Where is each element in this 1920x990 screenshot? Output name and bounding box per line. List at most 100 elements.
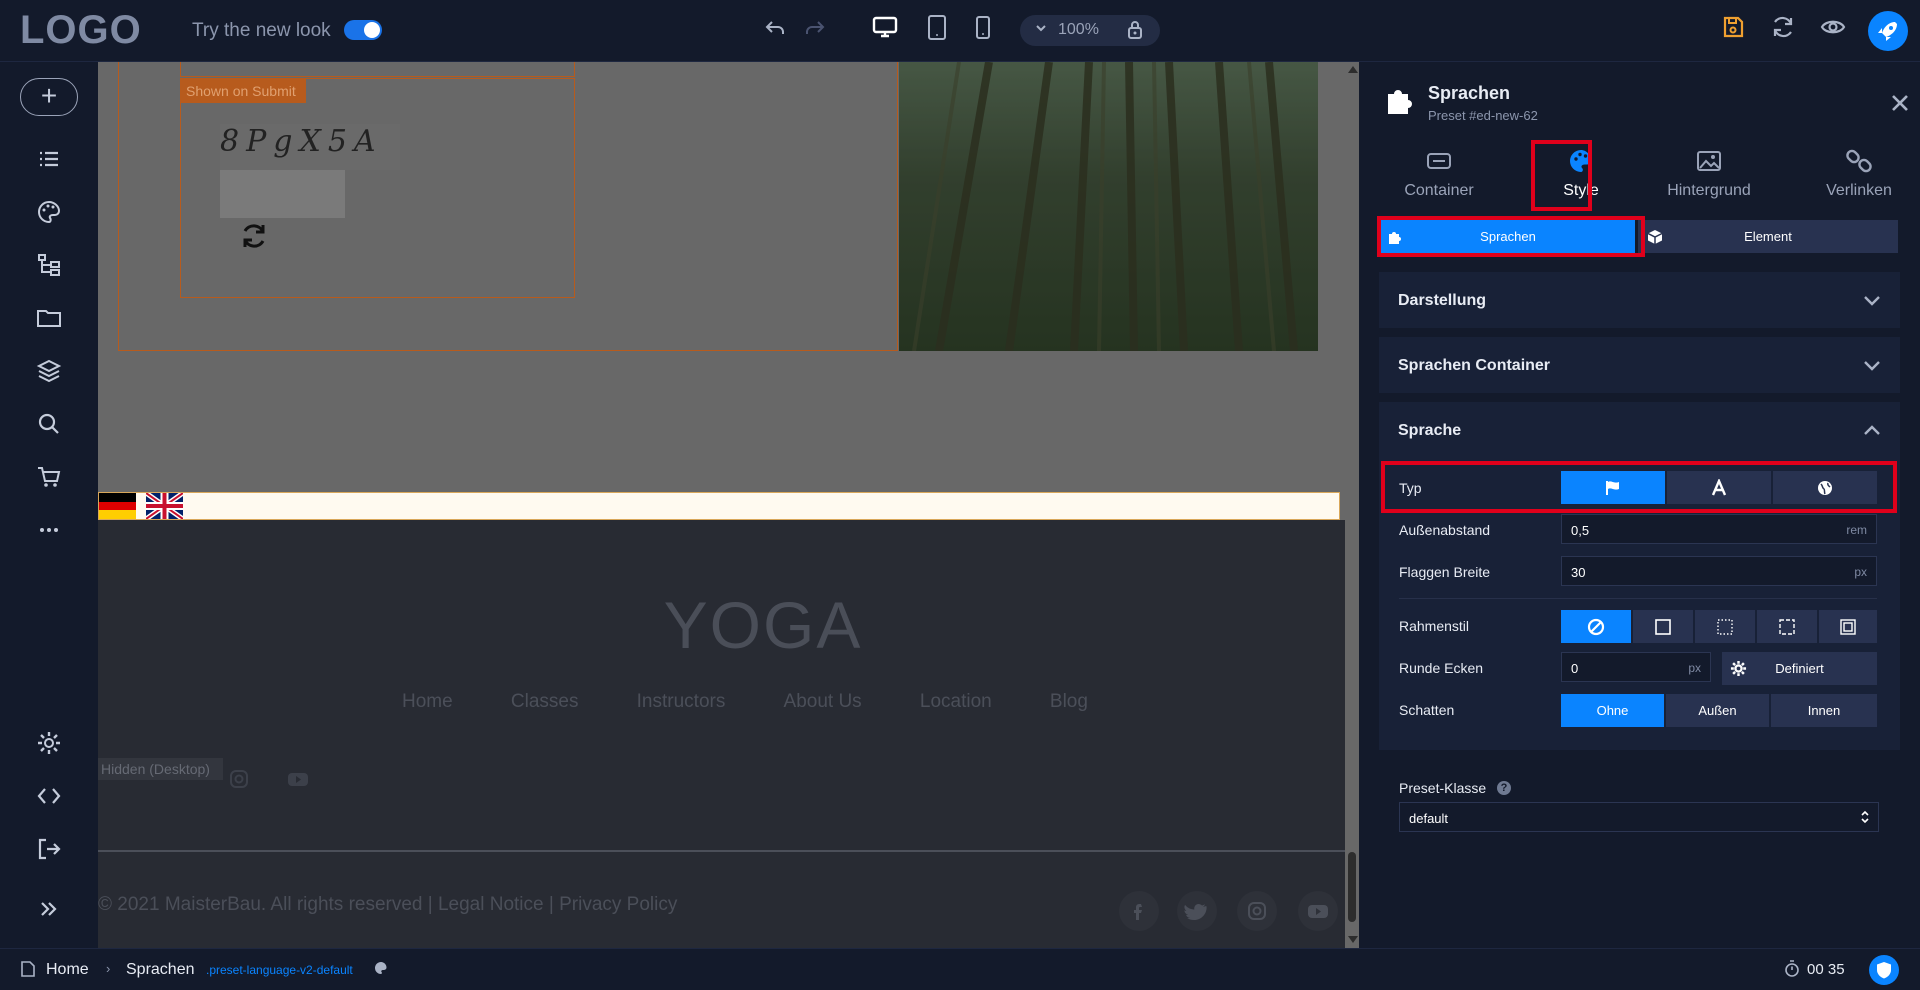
border-double-option[interactable] bbox=[1819, 610, 1877, 643]
border-dashed-option[interactable] bbox=[1757, 610, 1817, 643]
runde-ecken-input[interactable]: 0 px bbox=[1561, 652, 1711, 682]
link-icon bbox=[1846, 149, 1872, 173]
border-none-option[interactable] bbox=[1561, 610, 1631, 643]
social-instagram-icon[interactable] bbox=[1237, 891, 1277, 931]
palette-small-icon[interactable] bbox=[374, 961, 388, 975]
breadcrumb-separator-icon: › bbox=[106, 961, 111, 976]
schatten-ohne-option[interactable]: Ohne bbox=[1561, 694, 1664, 727]
yoga-title: YOGA bbox=[663, 588, 863, 662]
help-icon[interactable]: ? bbox=[1497, 781, 1511, 795]
tab-verlinken-label: Verlinken bbox=[1826, 182, 1892, 199]
footer-divider bbox=[98, 850, 1345, 852]
sitemap-icon[interactable] bbox=[34, 250, 64, 280]
expand-sidebar-icon[interactable] bbox=[34, 894, 64, 924]
segment-element[interactable]: Element bbox=[1638, 220, 1898, 253]
top-bar: LOGO Try the new look 100% bbox=[0, 0, 1920, 62]
flaggen-breite-label: Flaggen Breite bbox=[1399, 564, 1491, 580]
schatten-label: Schatten bbox=[1399, 702, 1455, 718]
editor-canvas[interactable]: Shown on Submit 8PgX5A YOGA Home Classes… bbox=[98, 62, 1345, 948]
zoom-value: 100% bbox=[1058, 21, 1099, 38]
footer-nav: Home Classes Instructors About Us Locati… bbox=[402, 691, 1088, 713]
captcha-input[interactable] bbox=[220, 170, 345, 218]
folder-icon[interactable] bbox=[34, 303, 64, 333]
shield-button[interactable] bbox=[1869, 955, 1899, 985]
hidden-desktop-badge: Hidden (Desktop) bbox=[98, 758, 223, 780]
palette-icon[interactable] bbox=[34, 197, 64, 227]
nav-about-us[interactable]: About Us bbox=[784, 691, 862, 713]
youtube-icon[interactable] bbox=[286, 768, 310, 790]
add-element-button[interactable]: + bbox=[20, 78, 78, 116]
code-icon[interactable] bbox=[34, 781, 64, 811]
publish-rocket-button[interactable] bbox=[1868, 11, 1908, 51]
chevron-down-icon bbox=[1864, 361, 1880, 371]
aussenabstand-label: Außenabstand bbox=[1399, 522, 1491, 538]
instagram-icon[interactable] bbox=[228, 768, 250, 790]
captcha-refresh-icon[interactable] bbox=[238, 220, 270, 252]
list-icon[interactable] bbox=[34, 144, 64, 174]
social-twitter-icon[interactable] bbox=[1177, 891, 1217, 931]
flaggen-breite-value: 30 bbox=[1571, 565, 1586, 580]
nav-home[interactable]: Home bbox=[402, 691, 453, 713]
flag-de-icon[interactable] bbox=[99, 493, 136, 519]
ban-icon bbox=[1587, 618, 1605, 635]
schatten-aussen-option[interactable]: Außen bbox=[1666, 694, 1769, 727]
left-sidebar: + bbox=[0, 62, 98, 948]
definiert-button[interactable]: Definiert bbox=[1722, 652, 1877, 685]
settings-gear-icon[interactable] bbox=[34, 728, 64, 758]
tablet-icon[interactable] bbox=[922, 15, 952, 45]
undo-icon[interactable] bbox=[760, 15, 790, 45]
breadcrumb-home[interactable]: Home bbox=[46, 961, 89, 979]
nav-instructors[interactable]: Instructors bbox=[637, 691, 726, 713]
tab-verlinken[interactable]: Verlinken bbox=[1799, 146, 1919, 200]
schatten-innen-option[interactable]: Innen bbox=[1771, 694, 1877, 727]
properties-panel: Sprachen Preset #ed-new-62 Container Sty… bbox=[1359, 62, 1920, 948]
language-bar[interactable] bbox=[98, 492, 1340, 520]
section-darstellung[interactable]: Darstellung bbox=[1379, 272, 1900, 328]
border-solid-option[interactable] bbox=[1633, 610, 1693, 643]
cube-icon bbox=[1647, 230, 1663, 244]
preset-klasse-select[interactable]: default bbox=[1399, 802, 1879, 832]
tab-hintergrund-label: Hintergrund bbox=[1667, 182, 1751, 199]
form-field-top[interactable] bbox=[180, 62, 575, 77]
nav-blog[interactable]: Blog bbox=[1050, 691, 1088, 713]
scroll-down-arrow-icon[interactable] bbox=[1348, 936, 1358, 943]
tab-hintergrund[interactable]: Hintergrund bbox=[1634, 146, 1784, 200]
more-icon[interactable] bbox=[34, 515, 64, 545]
scrollbar-thumb[interactable] bbox=[1348, 852, 1356, 922]
cart-icon[interactable] bbox=[34, 462, 64, 492]
site-footer[interactable] bbox=[98, 520, 1345, 948]
preview-eye-icon[interactable] bbox=[1818, 15, 1848, 45]
lock-icon[interactable] bbox=[1126, 20, 1144, 45]
nav-location[interactable]: Location bbox=[920, 691, 992, 713]
aussenabstand-input[interactable]: 0,5 rem bbox=[1561, 514, 1877, 544]
timer-icon bbox=[1784, 960, 1800, 978]
search-icon[interactable] bbox=[34, 409, 64, 439]
exit-icon[interactable] bbox=[34, 834, 64, 864]
image-icon bbox=[1697, 151, 1721, 171]
canvas-scrollbar[interactable] bbox=[1345, 62, 1359, 948]
nav-classes[interactable]: Classes bbox=[511, 691, 579, 713]
section-sprache-header[interactable]: Sprache bbox=[1379, 402, 1900, 458]
border-dotted-option[interactable] bbox=[1695, 610, 1755, 643]
scroll-up-arrow-icon[interactable] bbox=[1348, 66, 1358, 73]
captcha-image: 8PgX5A bbox=[220, 124, 400, 170]
redo-icon[interactable] bbox=[800, 15, 830, 45]
layers-icon[interactable] bbox=[34, 356, 64, 386]
row-divider bbox=[1399, 598, 1877, 599]
definiert-label: Definiert bbox=[1775, 661, 1824, 676]
save-icon[interactable] bbox=[1718, 15, 1748, 45]
section-sprachen-container[interactable]: Sprachen Container bbox=[1379, 337, 1900, 393]
refresh-icon[interactable] bbox=[1768, 15, 1798, 45]
tab-container[interactable]: Container bbox=[1379, 146, 1499, 200]
flag-gb-icon[interactable] bbox=[144, 490, 185, 522]
new-look-toggle[interactable] bbox=[344, 20, 382, 40]
social-facebook-icon[interactable] bbox=[1119, 891, 1159, 931]
preset-class-link[interactable]: .preset-language-v2-default bbox=[206, 963, 353, 977]
mobile-icon[interactable] bbox=[968, 15, 998, 45]
flaggen-breite-input[interactable]: 30 px bbox=[1561, 556, 1877, 586]
zoom-control[interactable]: 100% bbox=[1020, 15, 1160, 46]
breadcrumb-sprachen[interactable]: Sprachen bbox=[126, 961, 195, 979]
desktop-icon[interactable] bbox=[870, 15, 900, 45]
social-youtube-icon[interactable] bbox=[1298, 891, 1338, 931]
close-icon[interactable] bbox=[1889, 92, 1911, 114]
